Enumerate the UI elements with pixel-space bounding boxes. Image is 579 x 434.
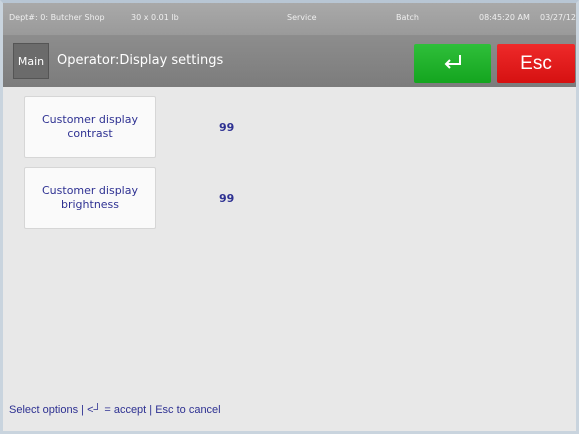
page-title: Operator:Display settings	[57, 53, 224, 68]
header-bar: Main Operator:Display settings Esc	[3, 35, 576, 87]
mode-status: Service	[287, 13, 317, 22]
esc-button[interactable]: Esc	[497, 44, 575, 83]
brightness-setting-button[interactable]: Customer display brightness	[24, 167, 156, 229]
settings-panel: Customer display contrast 99 Customer di…	[3, 87, 576, 431]
main-button[interactable]: Main	[13, 43, 49, 79]
department-status: Dept#: 0: Butcher Shop	[9, 13, 105, 22]
time-status: 08:45:20 AM	[479, 13, 530, 22]
enter-arrow-icon	[441, 54, 465, 73]
accept-button[interactable]	[414, 44, 491, 83]
scale-status: 30 x 0.01 lb	[131, 13, 179, 22]
brightness-value: 99	[219, 192, 235, 205]
contrast-value: 99	[219, 121, 235, 134]
contrast-setting-button[interactable]: Customer display contrast	[24, 96, 156, 158]
date-status: 03/27/12	[540, 13, 576, 22]
footer-hint: Select options | <┘ = accept | Esc to ca…	[9, 404, 221, 416]
batch-status: Batch	[396, 13, 419, 22]
status-bar: Dept#: 0: Butcher Shop 30 x 0.01 lb Serv…	[3, 3, 576, 35]
